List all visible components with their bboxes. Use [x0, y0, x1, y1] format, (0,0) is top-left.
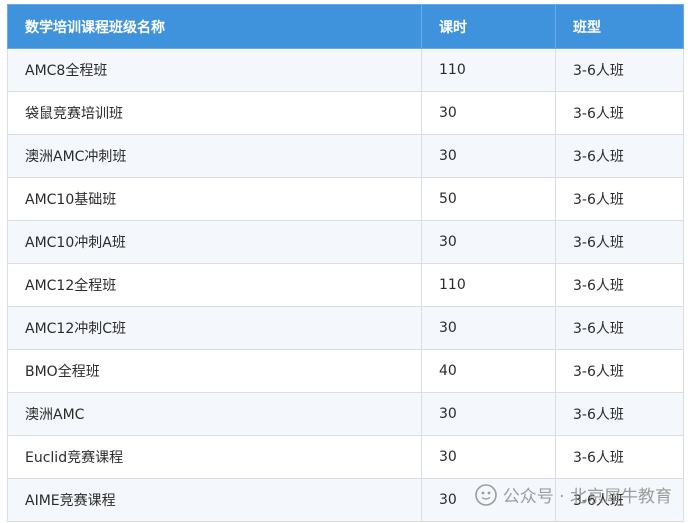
header-course-name: 数学培训课程班级名称 [7, 4, 422, 49]
cell-class-type: 3-6人班 [555, 349, 684, 393]
cell-class-type: 3-6人班 [555, 306, 684, 350]
table-row: BMO全程班 40 3-6人班 [7, 349, 684, 393]
cell-course-name: AMC10冲刺A班 [7, 220, 422, 264]
table-header-row: 数学培训课程班级名称 课时 班型 [7, 4, 684, 49]
cell-class-type: 3-6人班 [555, 435, 684, 479]
cell-class-type: 3-6人班 [555, 263, 684, 307]
cell-hours: 30 [421, 91, 556, 135]
cell-course-name: Euclid竞赛课程 [7, 435, 422, 479]
cell-hours: 30 [421, 392, 556, 436]
cell-hours: 30 [421, 306, 556, 350]
cell-course-name: BMO全程班 [7, 349, 422, 393]
cell-course-name: 袋鼠竞赛培训班 [7, 91, 422, 135]
cell-class-type: 3-6人班 [555, 91, 684, 135]
cell-hours: 30 [421, 134, 556, 178]
table-body: AMC8全程班 110 3-6人班 袋鼠竞赛培训班 30 3-6人班 澳洲AMC冲刺班 30 3… [7, 48, 684, 522]
cell-course-name: AMC10基础班 [7, 177, 422, 221]
table-row: AMC10基础班 50 3-6人班 [7, 177, 684, 221]
cell-course-name: AMC8全程班 [7, 48, 422, 92]
cell-hours: 30 [421, 220, 556, 264]
header-hours: 课时 [421, 4, 556, 49]
cell-class-type: 3-6人班 [555, 392, 684, 436]
table-row: 袋鼠竞赛培训班 30 3-6人班 [7, 91, 684, 135]
cell-class-type: 3-6人班 [555, 48, 684, 92]
cell-hours: 30 [421, 435, 556, 479]
cell-course-name: 澳洲AMC [7, 392, 422, 436]
cell-course-name: 澳洲AMC冲刺班 [7, 134, 422, 178]
course-table: 数学培训课程班级名称 课时 班型 AMC8全程班 110 3-6人班 袋鼠竞赛培训班 3… [7, 4, 684, 522]
cell-hours: 30 [421, 478, 556, 522]
table-row: AMC12冲刺C班 30 3-6人班 [7, 306, 684, 350]
cell-hours: 50 [421, 177, 556, 221]
table-row: 澳洲AMC冲刺班 30 3-6人班 [7, 134, 684, 178]
table-row: Euclid竞赛课程 30 3-6人班 [7, 435, 684, 479]
cell-hours: 40 [421, 349, 556, 393]
header-class-type: 班型 [555, 4, 684, 49]
cell-course-name: AMC12冲刺C班 [7, 306, 422, 350]
cell-class-type: 3-6人班 [555, 134, 684, 178]
cell-course-name: AMC12全程班 [7, 263, 422, 307]
table-row: 澳洲AMC 30 3-6人班 [7, 392, 684, 436]
cell-class-type: 3-6人班 [555, 478, 684, 522]
cell-course-name: AIME竞赛课程 [7, 478, 422, 522]
cell-class-type: 3-6人班 [555, 220, 684, 264]
table-row: AMC12全程班 110 3-6人班 [7, 263, 684, 307]
cell-class-type: 3-6人班 [555, 177, 684, 221]
cell-hours: 110 [421, 48, 556, 92]
table-row: AMC10冲刺A班 30 3-6人班 [7, 220, 684, 264]
table-row: AMC8全程班 110 3-6人班 [7, 48, 684, 92]
cell-hours: 110 [421, 263, 556, 307]
table-row: AIME竞赛课程 30 3-6人班 [7, 478, 684, 522]
